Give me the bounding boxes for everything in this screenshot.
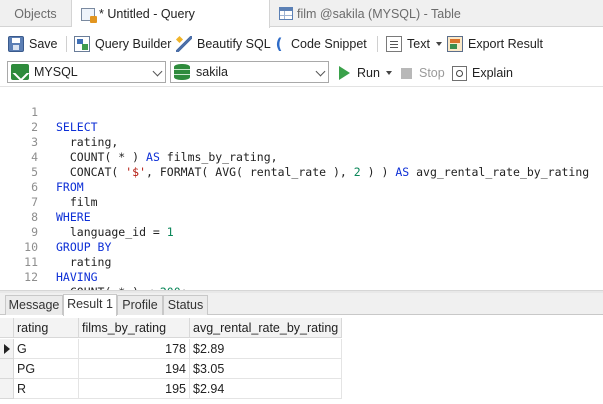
cell-films-by-rating[interactable]: 194 [79,359,190,379]
current-row-arrow-icon [4,344,10,354]
tab-message[interactable]: Message [5,295,63,315]
code-line: 2 rating, [0,105,603,149]
magic-wand-icon [176,36,192,52]
code-text: HAVING [56,270,98,284]
text-document-icon [386,36,402,52]
toolbar-divider [66,36,67,52]
query-toolbar: Save Query Builder Beautify SQL ( Code S… [0,28,603,59]
table-row[interactable]: R 195 $2.94 [0,379,603,399]
cell-rating[interactable]: G [14,339,79,359]
code-line: 9 GROUP BY [0,210,603,254]
stop-button[interactable]: Stop [401,62,445,84]
text-label: Text [407,37,430,51]
tab-table-label: film @sakila (MYSQL) - Table [297,6,461,21]
document-tab-strip: Objects * Untitled - Query film @sakila … [0,0,603,28]
tab-objects-label: Objects [14,6,57,21]
tab-untitled-query[interactable]: * Untitled - Query [72,0,270,28]
play-icon [339,66,350,80]
tab-status[interactable]: Status [163,295,208,315]
code-line: 1 SELECT [0,90,603,134]
cell-avg-rental-rate[interactable]: $3.05 [190,359,342,379]
tab-message-label: Message [8,298,60,312]
tab-profile-label: Profile [122,298,158,312]
explain-label: Explain [472,66,513,80]
table-row[interactable]: G 178 $2.89 [0,339,603,359]
code-line: 6 film [0,165,603,209]
chevron-down-icon [152,66,163,77]
sql-editor[interactable]: 1 SELECT 2 rating, 3 COUNT( * ) AS films… [0,88,603,299]
table-icon [279,7,293,20]
beautify-sql-button[interactable]: Beautify SQL [176,33,271,55]
chevron-down-icon [435,42,442,46]
query-builder-icon [74,36,90,52]
column-header-avg-rental-rate[interactable]: avg_rental_rate_by_rating [190,318,342,338]
code-line: 5 FROM [0,150,603,194]
code-line: 12 COUNT( * ) < 200; [0,255,603,299]
tab-status-label: Status [167,298,204,312]
cell-avg-rental-rate[interactable]: $2.89 [190,339,342,359]
stop-icon [401,67,412,79]
tab-query-label: * Untitled - Query [99,7,195,21]
row-indicator [0,379,14,399]
query-icon [81,7,97,23]
snippet-brackets-icon: ( [275,35,283,53]
tab-profile[interactable]: Profile [117,295,163,315]
cell-rating[interactable]: R [14,379,79,399]
column-header-films-by-rating[interactable]: films_by_rating [79,318,190,338]
code-line: 11 HAVING [0,240,603,284]
connection-value: MYSQL [34,65,78,79]
code-line: 10 rating [0,225,603,269]
export-label: Export Result [468,37,544,51]
code-snippet-label: Code Snippet [291,37,367,51]
export-result-button[interactable]: Export Result [447,33,543,55]
query-builder-button[interactable]: Query Builder [74,33,171,55]
code-line: 3 COUNT( * ) AS films_by_rating, [0,120,603,164]
code-line: 4 CONCAT( '$', FORMAT( AVG( rental_rate … [0,135,603,179]
save-label: Save [29,37,58,51]
text-mode-dropdown[interactable]: Text [386,33,442,55]
tab-film-table[interactable]: film @sakila (MYSQL) - Table [270,0,603,27]
row-indicator [0,339,14,359]
database-icon [174,64,190,80]
tab-result-label: Result 1 [67,297,113,311]
connection-bar: MYSQL sakila Run Stop Explain [0,59,603,87]
table-row[interactable]: PG 194 $3.05 [0,359,603,379]
line-number: 12 [24,270,38,284]
explain-button[interactable]: Explain [452,62,513,84]
cell-films-by-rating[interactable]: 195 [79,379,190,399]
code-line: 7 WHERE [0,180,603,224]
row-indicator [0,359,14,379]
row-indicator-header [0,318,14,338]
toolbar-divider [377,36,378,52]
stop-label: Stop [419,66,445,80]
tab-objects[interactable]: Objects [0,0,72,27]
database-value: sakila [196,65,228,79]
database-select[interactable]: sakila [170,61,329,83]
explain-icon [452,65,467,81]
result-tabs: Message Result 1 Profile Status [0,293,603,316]
chevron-down-icon [315,66,326,77]
result-grid[interactable]: rating films_by_rating avg_rental_rate_b… [0,316,603,404]
connection-select[interactable]: MYSQL [7,61,166,83]
column-header-rating[interactable]: rating [14,318,79,338]
chevron-down-icon [385,71,392,75]
code-snippet-button[interactable]: ( Code Snippet [272,33,367,55]
cell-films-by-rating[interactable]: 178 [79,339,190,359]
cell-avg-rental-rate[interactable]: $2.94 [190,379,342,399]
save-button[interactable]: Save [8,33,58,55]
tab-result-1[interactable]: Result 1 [63,294,117,316]
save-icon [8,36,24,52]
grid-header-row: rating films_by_rating avg_rental_rate_b… [0,318,603,339]
code-line: 8 language_id = 1 [0,195,603,239]
query-builder-label: Query Builder [95,37,172,51]
beautify-label: Beautify SQL [197,37,271,51]
export-icon [447,36,463,52]
run-label: Run [357,66,380,80]
cell-rating[interactable]: PG [14,359,79,379]
mysql-connection-icon [11,64,29,80]
run-button[interactable]: Run [339,62,392,84]
